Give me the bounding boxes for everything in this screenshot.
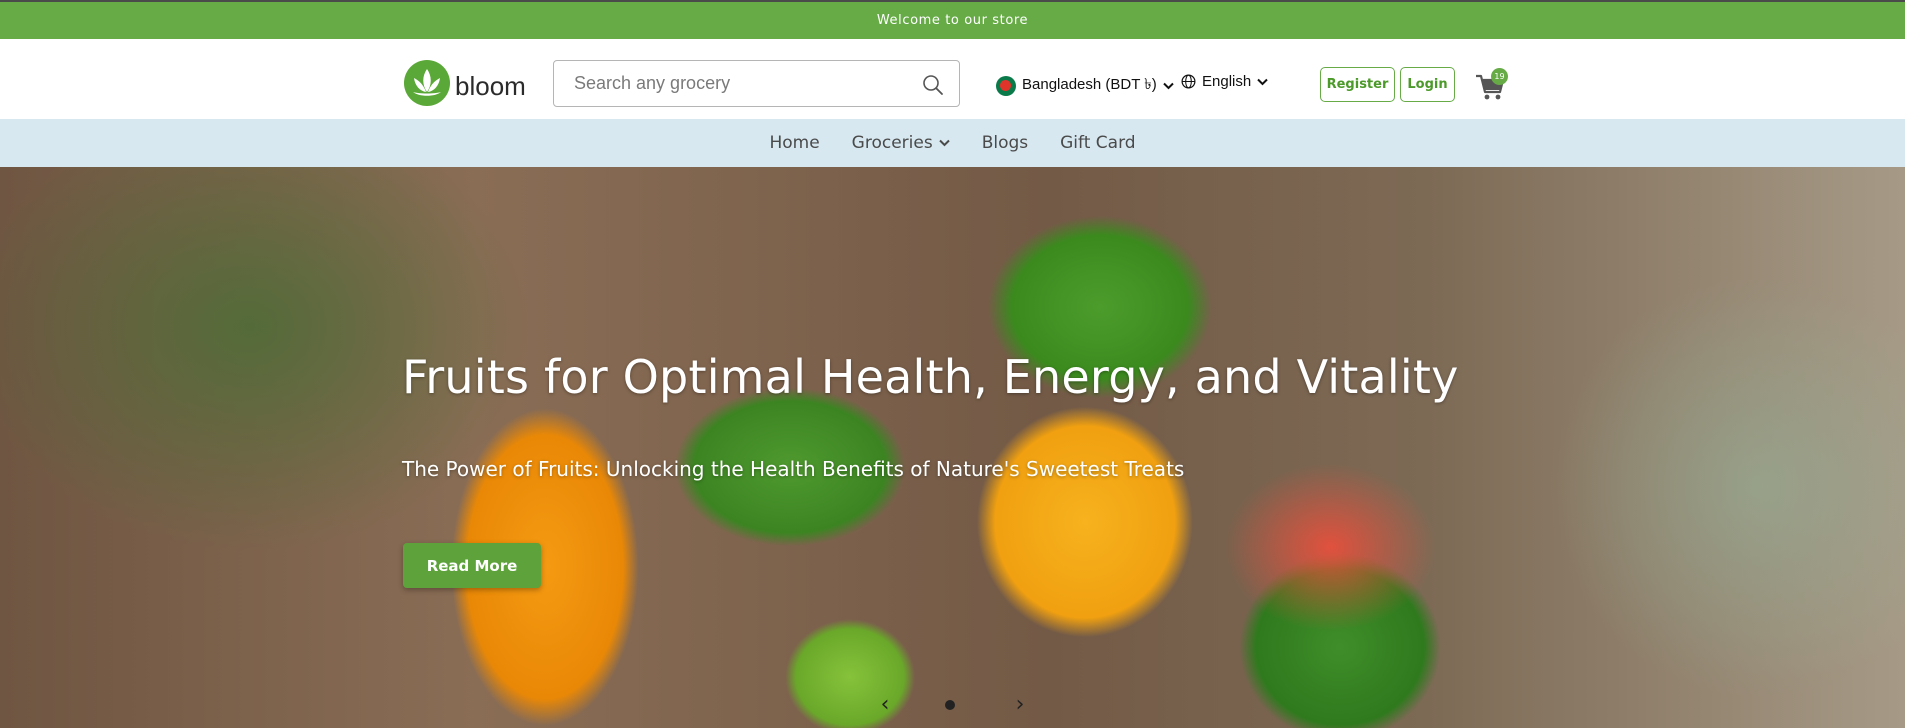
cart-count-badge: 19 bbox=[1491, 68, 1508, 85]
nav-item-blogs[interactable]: Blogs bbox=[982, 133, 1028, 153]
country-label: Bangladesh (BDT ৳) bbox=[1022, 76, 1157, 93]
slide-dot[interactable] bbox=[975, 700, 985, 710]
slide-dot-active[interactable] bbox=[945, 700, 955, 710]
logo[interactable]: bloom bbox=[403, 59, 526, 107]
announcement-bar: Welcome to our store bbox=[0, 0, 1905, 39]
chevron-down-icon bbox=[1257, 78, 1268, 85]
hero-title: Fruits for Optimal Health, Energy, and V… bbox=[402, 350, 1459, 404]
login-button[interactable]: Login bbox=[1400, 67, 1455, 102]
chevron-down-icon bbox=[938, 139, 950, 147]
nav-item-groceries[interactable]: Groceries bbox=[852, 133, 950, 153]
slide-dots bbox=[905, 700, 995, 710]
main-nav: Home Groceries Blogs Gift Card bbox=[0, 119, 1905, 167]
site-header: bloom Bangladesh (BDT ৳) English Registe… bbox=[0, 39, 1905, 119]
chevron-down-icon bbox=[1163, 82, 1174, 89]
slide-dot[interactable] bbox=[915, 700, 925, 710]
register-button[interactable]: Register bbox=[1320, 67, 1395, 102]
nav-item-home[interactable]: Home bbox=[769, 133, 819, 153]
read-more-button[interactable]: Read More bbox=[403, 543, 541, 588]
flag-icon bbox=[996, 75, 1016, 96]
hero-subtitle: The Power of Fruits: Unlocking the Healt… bbox=[402, 457, 1185, 481]
globe-icon bbox=[1181, 74, 1196, 89]
search-box bbox=[553, 60, 960, 107]
nav-item-gift-card[interactable]: Gift Card bbox=[1060, 133, 1135, 153]
lotus-logo-icon bbox=[404, 60, 450, 106]
logo-text: bloom bbox=[455, 70, 526, 101]
nav-item-label: Groceries bbox=[851, 133, 933, 153]
announcement-text: Welcome to our store bbox=[876, 13, 1029, 28]
search-icon[interactable] bbox=[921, 73, 945, 97]
language-label: English bbox=[1202, 73, 1252, 90]
arrow-left-icon[interactable]: ‹ bbox=[875, 692, 895, 717]
country-selector[interactable]: Bangladesh (BDT ৳) bbox=[996, 73, 1174, 98]
hero-slideshow: Fruits for Optimal Health, Energy, and V… bbox=[0, 167, 1905, 728]
language-selector[interactable]: English bbox=[1181, 73, 1268, 90]
arrow-right-icon[interactable]: › bbox=[1010, 692, 1030, 717]
search-input[interactable] bbox=[574, 73, 914, 94]
